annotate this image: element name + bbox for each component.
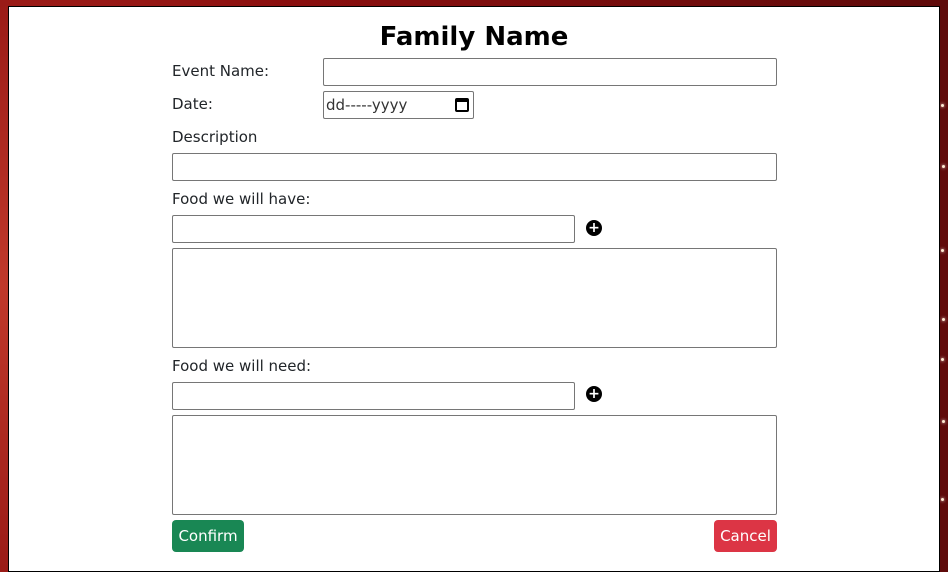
food-have-label: Food we will have: [172, 190, 311, 208]
date-placeholder: dd-----yyyy [326, 96, 408, 114]
food-need-list[interactable] [172, 415, 777, 515]
date-label: Date: [172, 95, 213, 113]
sparkle-decoration [941, 249, 944, 252]
sparkle-decoration [942, 318, 945, 321]
add-food-need-button[interactable]: + [586, 386, 602, 402]
plus-circle-icon: + [588, 386, 600, 402]
event-form-panel: Family Name Event Name: Date: dd-----yyy… [8, 6, 940, 572]
event-name-input[interactable] [323, 58, 777, 86]
food-need-label: Food we will need: [172, 357, 312, 375]
event-name-label: Event Name: [172, 62, 270, 80]
plus-circle-icon: + [588, 220, 600, 236]
page-title: Family Name [379, 22, 569, 52]
food-have-list[interactable] [172, 248, 777, 348]
confirm-button[interactable]: Confirm [172, 520, 244, 552]
food-need-input[interactable] [172, 382, 575, 410]
cancel-button[interactable]: Cancel [714, 520, 777, 552]
calendar-icon[interactable] [455, 98, 469, 112]
sparkle-decoration [942, 420, 945, 423]
description-input[interactable] [172, 153, 777, 181]
sparkle-decoration [941, 104, 944, 107]
sparkle-decoration [942, 165, 945, 168]
date-input[interactable]: dd-----yyyy [323, 91, 474, 119]
sparkle-decoration [941, 498, 944, 501]
add-food-have-button[interactable]: + [586, 220, 602, 236]
food-have-input[interactable] [172, 215, 575, 243]
sparkle-decoration [941, 358, 944, 361]
description-label: Description [172, 128, 258, 146]
